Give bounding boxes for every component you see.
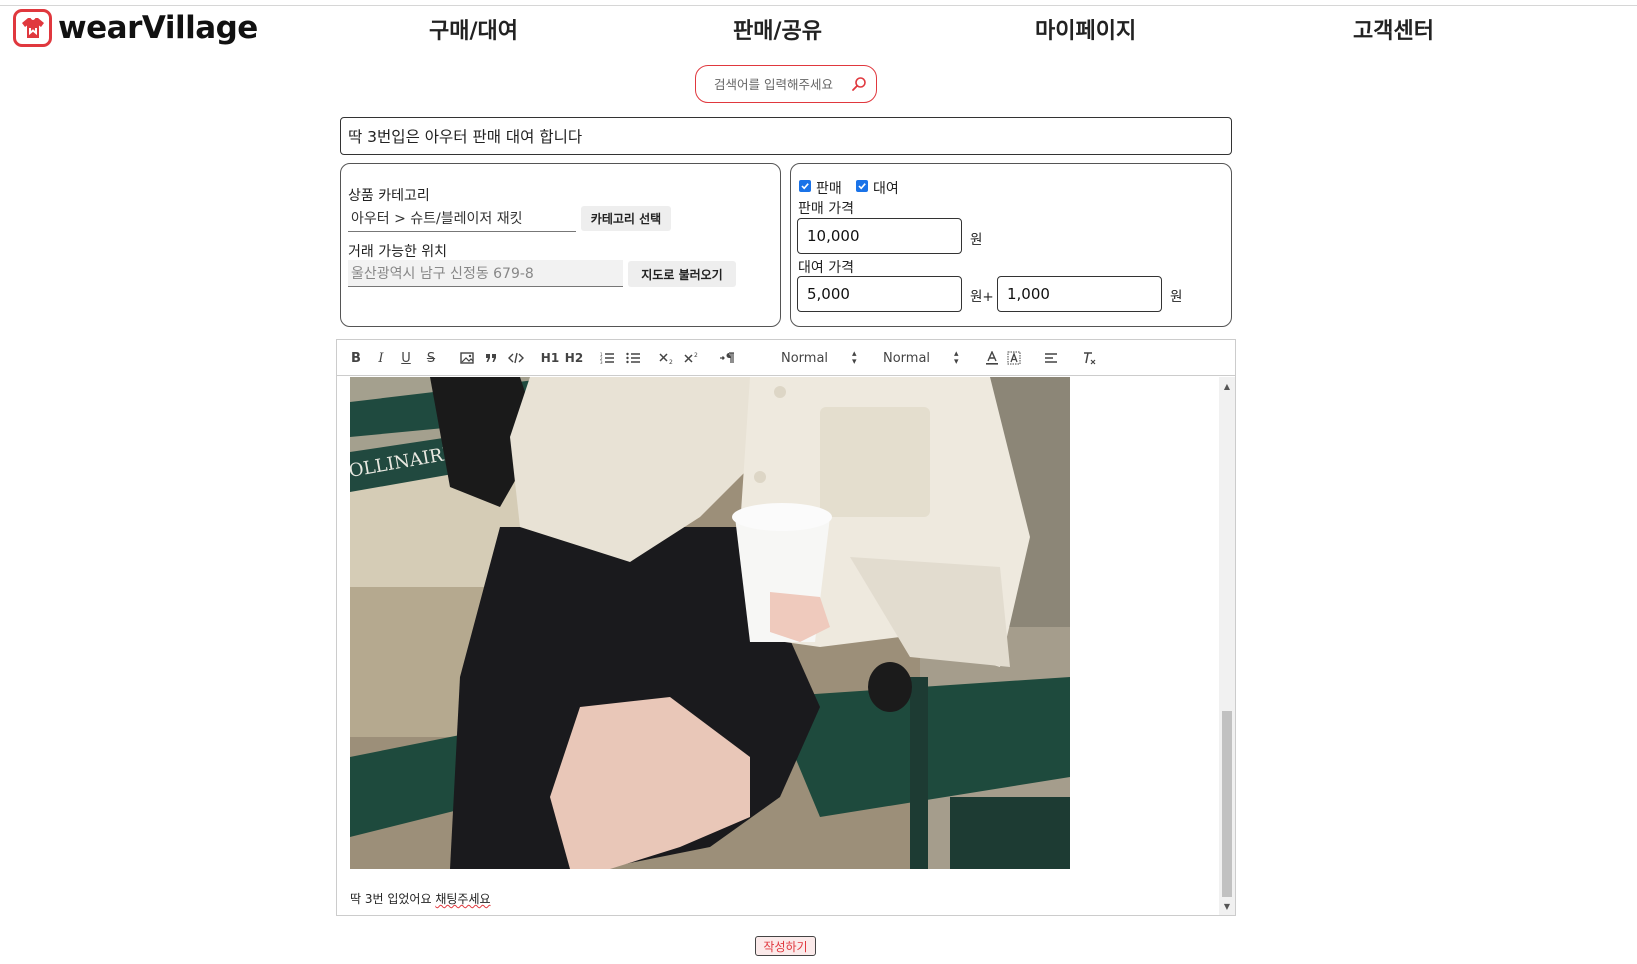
bullet-list-icon[interactable]	[625, 349, 641, 367]
product-info-panel: 상품 카테고리 아우터 > 슈트/블레이저 재킷 카테고리 선택 거래 가능한 …	[340, 163, 781, 327]
rent-checkbox-label: 대여	[873, 181, 899, 197]
nav-customer-center[interactable]: 고객센터	[1353, 13, 1434, 45]
nav-buy-rent[interactable]: 구매/대여	[429, 13, 518, 45]
location-label: 거래 가능한 위치	[348, 244, 448, 260]
subscript-icon[interactable]: 2	[658, 349, 676, 367]
editor-scrollbar[interactable]: ▲ ▼	[1219, 377, 1235, 915]
font-select-value: Normal	[781, 350, 829, 366]
text-direction-icon[interactable]	[718, 349, 736, 367]
background-color-icon[interactable]	[1006, 349, 1022, 367]
sale-price-unit: 원	[970, 232, 983, 248]
underline-button[interactable]: U	[399, 349, 413, 367]
nav-sell-share[interactable]: 판매/공유	[733, 13, 822, 45]
sale-checkbox-label: 판매	[816, 181, 842, 197]
sale-price-input[interactable]: 10,000	[797, 218, 962, 254]
search-input[interactable]	[714, 76, 846, 92]
rent-extra-input[interactable]: 1,000	[997, 276, 1162, 312]
rent-price-unit: 원+	[970, 289, 994, 305]
nav-mypage[interactable]: 마이페이지	[1035, 13, 1136, 45]
scrollbar-thumb[interactable]	[1222, 711, 1232, 897]
blockquote-icon[interactable]	[483, 349, 499, 367]
bold-button[interactable]: B	[349, 349, 363, 367]
svg-text:2: 2	[669, 359, 673, 365]
rent-checkbox[interactable]	[856, 180, 868, 192]
ordered-list-icon[interactable]: 123	[599, 349, 615, 367]
body-text-plain: 딱 3번 입었어요	[350, 892, 436, 906]
price-panel: 판매 대여 판매 가격 10,000 원 대여 가격 5,000 원+ 1,00…	[790, 163, 1232, 327]
text-color-icon[interactable]	[984, 349, 1000, 367]
rent-extra-unit: 원	[1170, 289, 1183, 305]
category-field[interactable]: 아우터 > 슈트/블레이저 재킷	[348, 205, 576, 232]
top-divider	[0, 5, 1637, 6]
body-text-misspelled: 채팅주세요	[435, 892, 491, 906]
image-icon[interactable]	[459, 349, 475, 367]
brand-name: wearVillage	[58, 10, 258, 46]
size-select[interactable]: Normal ▴ ▾	[883, 349, 963, 367]
brand-logo[interactable]: wearVillage	[13, 9, 258, 47]
superscript-icon[interactable]: 2	[683, 349, 701, 367]
align-icon[interactable]	[1043, 349, 1059, 367]
svg-text:3: 3	[600, 360, 603, 364]
location-field[interactable]: 울산광역시 남구 신정동 679-8	[348, 260, 623, 287]
load-map-button[interactable]: 지도로 불러오기	[628, 261, 736, 287]
italic-button[interactable]: I	[374, 349, 388, 367]
shirt-icon	[13, 9, 52, 47]
category-select-button[interactable]: 카테고리 선택	[581, 206, 671, 231]
category-label: 상품 카테고리	[348, 188, 430, 204]
sale-checkbox[interactable]	[799, 180, 811, 192]
rich-text-editor: B I U S H1 H2 123 2 2 Normal ▴ ▾ Normal …	[336, 339, 1236, 916]
search-icon[interactable]	[851, 76, 867, 96]
sale-price-label: 판매 가격	[798, 201, 854, 217]
rent-price-label: 대여 가격	[798, 260, 854, 276]
editor-body-text: 딱 3번 입었어요 채팅주세요	[350, 890, 491, 907]
scroll-up-icon[interactable]: ▲	[1219, 379, 1235, 393]
post-title-input[interactable]	[340, 117, 1232, 155]
header1-button[interactable]: H1	[541, 349, 559, 367]
svg-text:2: 2	[694, 352, 698, 359]
editor-toolbar: B I U S H1 H2 123 2 2 Normal ▴ ▾ Normal …	[337, 340, 1235, 376]
clear-format-icon[interactable]	[1081, 349, 1097, 367]
rent-price-input[interactable]: 5,000	[797, 276, 962, 312]
size-select-value: Normal	[883, 350, 931, 366]
code-block-icon[interactable]	[507, 349, 525, 367]
editor-content[interactable]: OLLINAIRE 딱 3번 입었어요 채팅주세요	[337, 377, 1219, 915]
uploaded-photo: OLLINAIRE	[350, 377, 1070, 869]
submit-button[interactable]: 작성하기	[755, 936, 816, 956]
scroll-down-icon[interactable]: ▼	[1219, 899, 1235, 913]
search-box	[695, 65, 877, 103]
font-select[interactable]: Normal ▴ ▾	[781, 349, 861, 367]
select-arrows-icon: ▴ ▾	[852, 349, 857, 367]
header2-button[interactable]: H2	[565, 349, 583, 367]
strike-button[interactable]: S	[424, 349, 438, 367]
select-arrows-icon: ▴ ▾	[954, 349, 959, 367]
